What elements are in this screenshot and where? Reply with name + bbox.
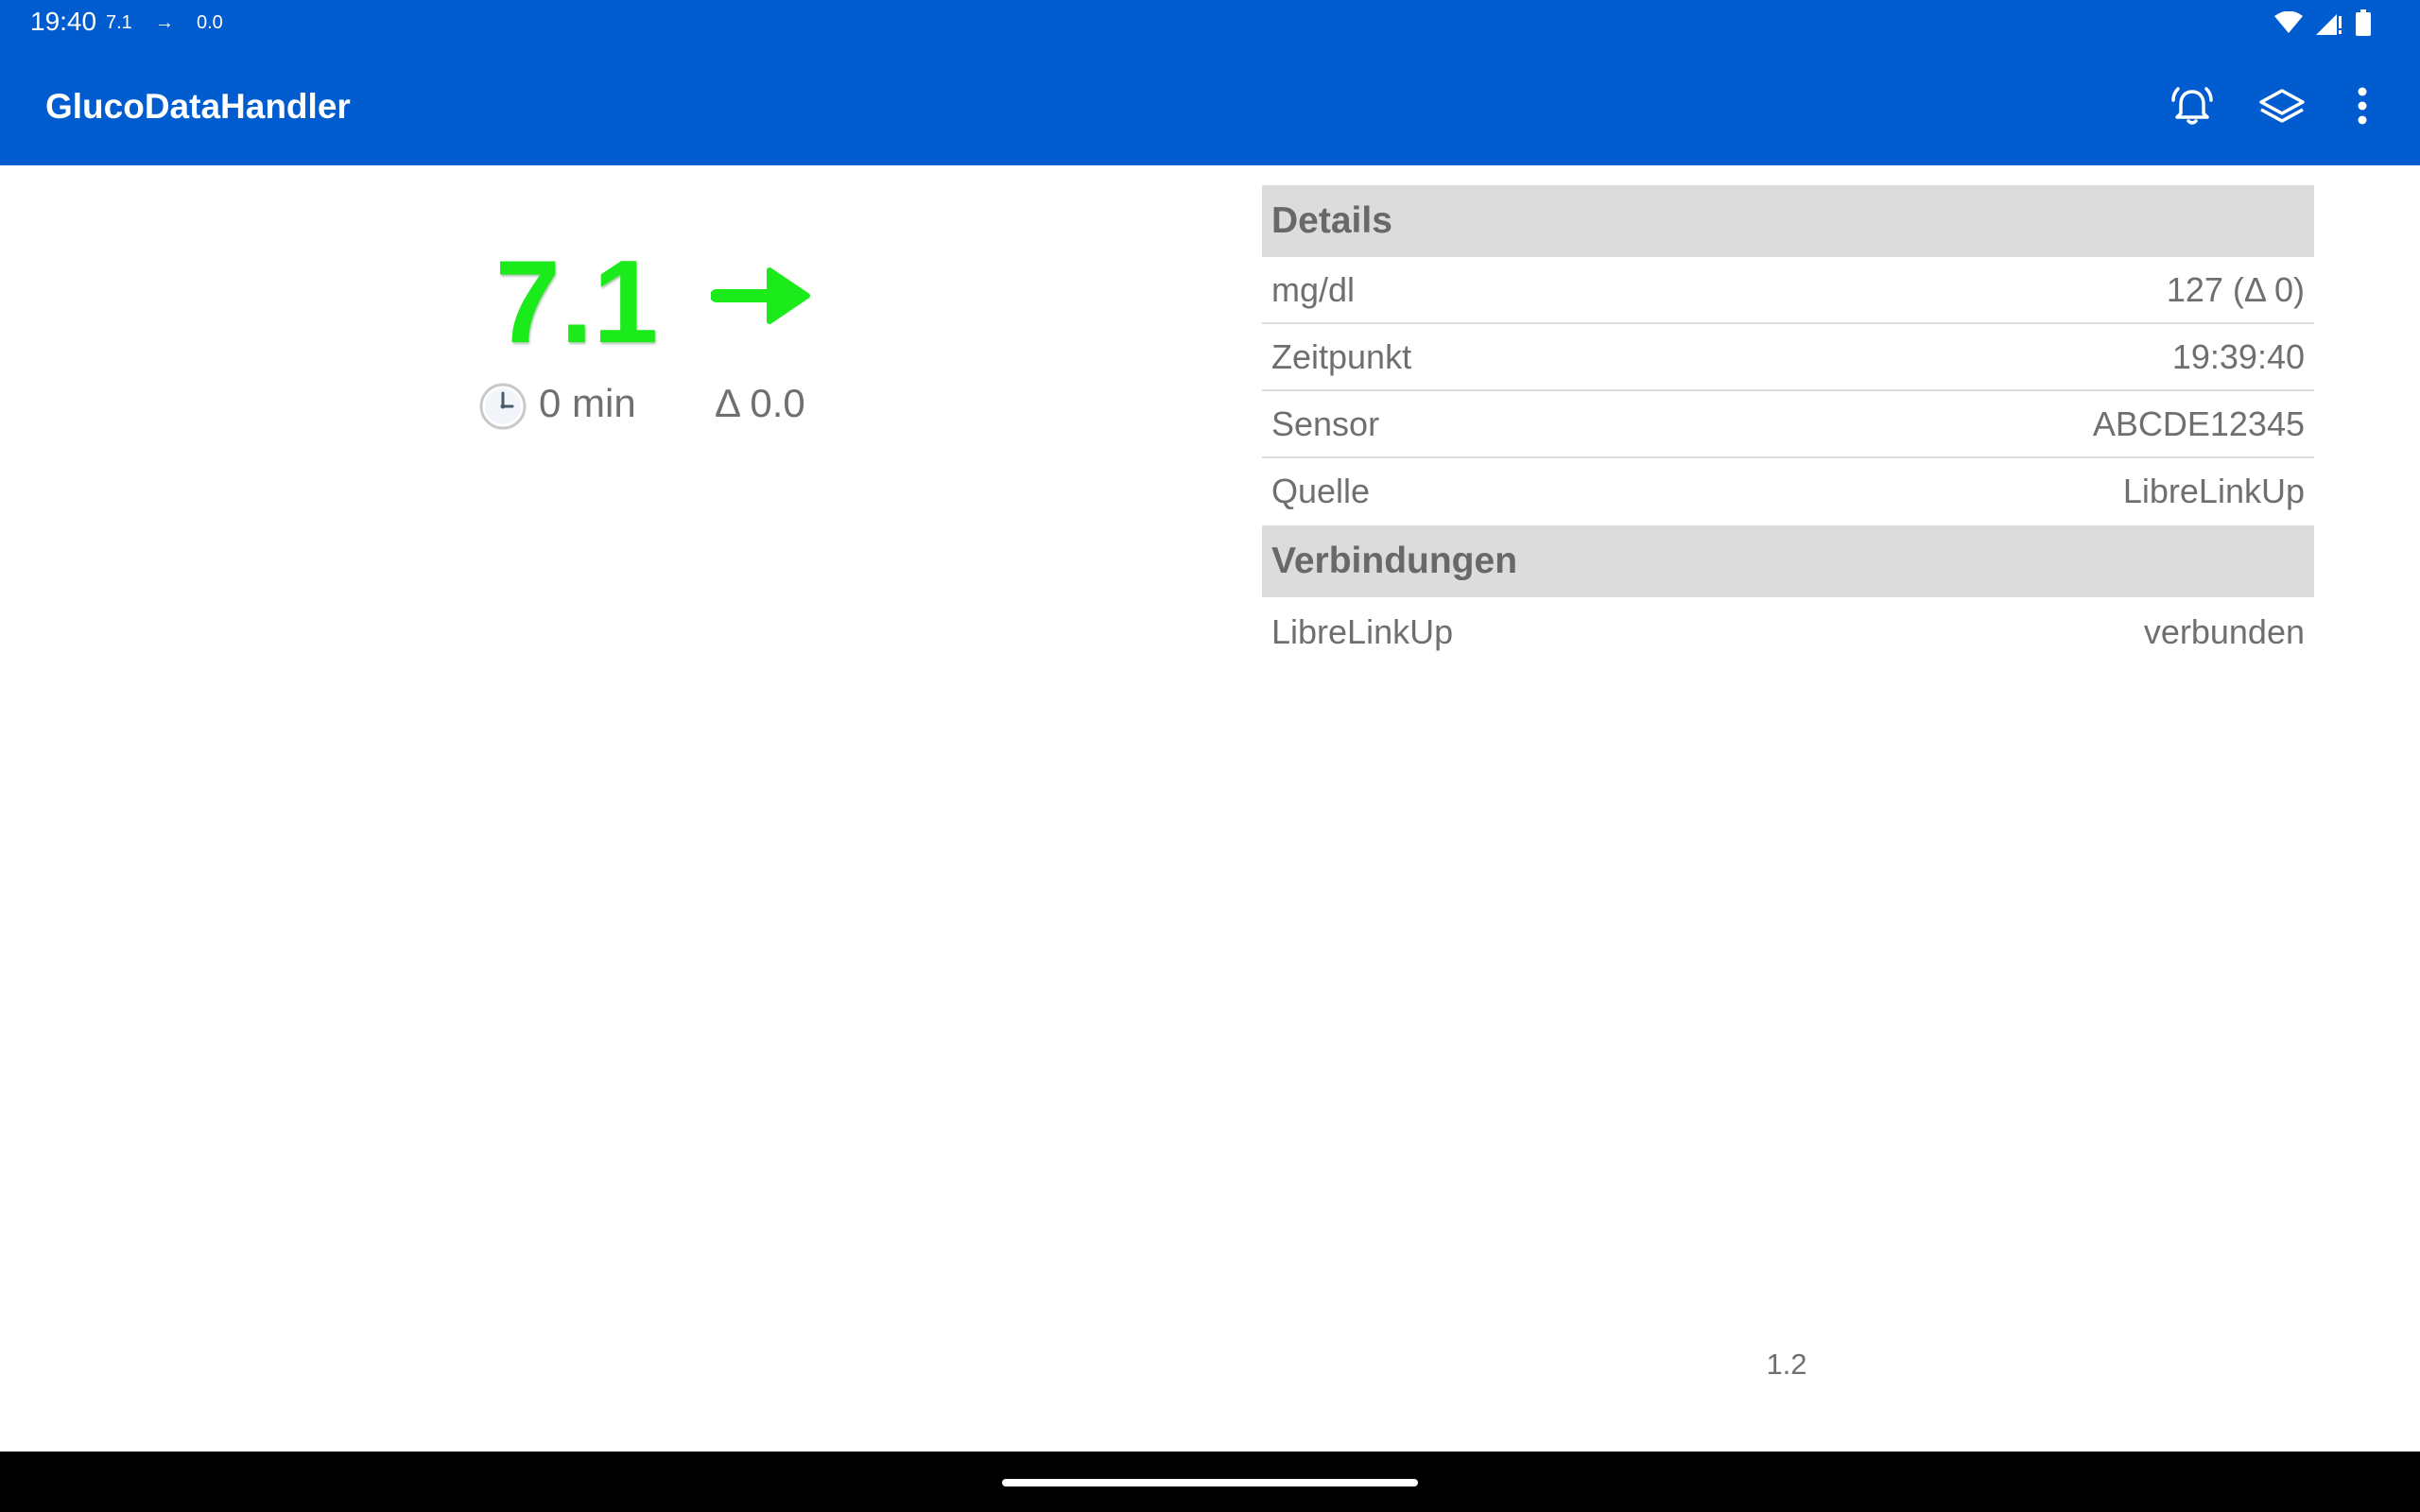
status-icons	[2274, 9, 2371, 36]
section-header-details: Details	[1262, 185, 2314, 257]
layers-icon	[2259, 89, 2305, 123]
details-row-quelle: Quelle LibreLinkUp	[1262, 458, 2314, 525]
app-title: GlucoDataHandler	[45, 87, 351, 126]
section-header-verbindungen: Verbindungen	[1262, 525, 2314, 597]
app-version: 1.2	[1766, 1348, 1807, 1381]
row-value: ABCDE12345	[2092, 404, 2305, 443]
details-row-mgdl: mg/dl 127 (Δ 0)	[1262, 257, 2314, 324]
glucose-delta: Δ 0.0	[715, 381, 805, 425]
battery-icon	[2356, 9, 2371, 36]
overflow-menu-button[interactable]	[2334, 77, 2391, 134]
status-trend: →	[155, 12, 174, 33]
home-gesture-handle[interactable]	[1002, 1479, 1418, 1486]
row-label: mg/dl	[1271, 270, 1356, 309]
signal-icon	[2316, 14, 2342, 35]
wifi-icon	[2274, 11, 2303, 33]
info-table: Details mg/dl 127 (Δ 0) Zeitpunkt 19:39:…	[1262, 185, 2314, 667]
app-bar: GlucoDataHandler	[0, 46, 2420, 165]
row-value: LibreLinkUp	[2122, 472, 2305, 510]
trend-arrow-icon	[711, 267, 810, 324]
row-label: LibreLinkUp	[1271, 612, 1454, 651]
alarm-bell-icon	[2171, 87, 2213, 125]
status-glucose: 7.1	[106, 12, 132, 33]
row-value: 127 (Δ 0)	[2166, 270, 2305, 309]
status-delta: 0.0	[197, 12, 223, 33]
row-value: verbunden	[2143, 612, 2305, 651]
connection-row-librelinkup: LibreLinkUp verbunden	[1262, 597, 2314, 667]
details-row-sensor: Sensor ABCDE12345	[1262, 391, 2314, 458]
alarm-button[interactable]	[2164, 77, 2221, 134]
details-row-zeitpunkt: Zeitpunkt 19:39:40	[1262, 324, 2314, 391]
reading-age: 0 min	[539, 381, 636, 425]
navigation-bar	[0, 1452, 2420, 1512]
more-vert-icon	[2358, 87, 2367, 125]
glucose-value: 7.1	[494, 237, 659, 368]
row-label: Quelle	[1271, 472, 1371, 510]
row-value: 19:39:40	[2171, 337, 2305, 376]
row-label: Sensor	[1271, 404, 1380, 443]
status-time: 19:40	[30, 7, 97, 36]
row-label: Zeitpunkt	[1271, 337, 1412, 376]
layers-button[interactable]	[2254, 77, 2310, 134]
status-bar: 19:40 7.1 → 0.0	[0, 0, 2420, 46]
clock-icon	[479, 383, 527, 430]
